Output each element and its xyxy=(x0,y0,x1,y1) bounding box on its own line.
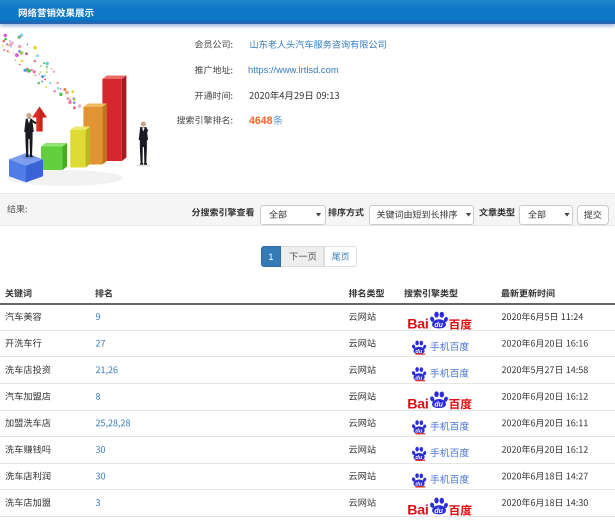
svg-text:Bai: Bai xyxy=(407,396,428,412)
svg-text:https://www.lrtlsd.com: https://www.lrtlsd.com xyxy=(248,64,339,75)
svg-text:1: 1 xyxy=(268,252,273,263)
svg-text:Bai: Bai xyxy=(407,317,428,333)
svg-text:Bai: Bai xyxy=(407,503,428,519)
svg-text:4648: 4648 xyxy=(249,115,273,127)
